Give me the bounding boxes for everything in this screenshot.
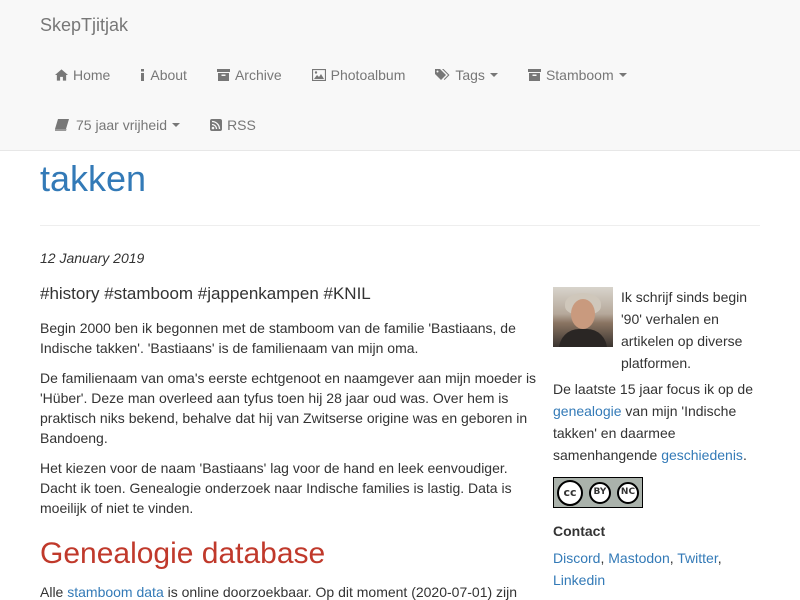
nav-rss-label: RSS bbox=[227, 116, 256, 133]
twitter-link[interactable]: Twitter bbox=[677, 550, 717, 566]
nav-archive-label: Archive bbox=[234, 66, 282, 83]
post-tags: #history #stamboom #jappenkampen #KNIL bbox=[40, 284, 371, 304]
nav-archive[interactable]: Archive bbox=[216, 65, 282, 85]
rss-icon bbox=[210, 118, 223, 131]
nav-row-1: Home About Archive Photoalbum Tags Stamb… bbox=[40, 50, 760, 100]
genealogie-link[interactable]: genealogie bbox=[553, 403, 622, 419]
nav-tags-dropdown[interactable]: Tags bbox=[435, 65, 498, 85]
paragraph-3: Het kiezen voor de naam 'Bastiaans' lag … bbox=[40, 460, 512, 517]
post-date: 12 January 2019 bbox=[40, 250, 145, 266]
tags-icon bbox=[435, 68, 450, 80]
nav-stamboom-label: Stamboom bbox=[545, 66, 614, 83]
discord-link[interactable]: Discord bbox=[553, 550, 600, 566]
paragraph-1: Begin 2000 ben ik begonnen met de stambo… bbox=[40, 320, 516, 357]
cc-license-badge[interactable]: cc BY NC bbox=[553, 477, 643, 508]
focus-pre: De laatste 15 jaar focus ik op de bbox=[553, 381, 754, 397]
focus-text: De laatste 15 jaar focus ik op de geneal… bbox=[553, 378, 760, 466]
nav-rss[interactable]: RSS bbox=[210, 115, 256, 135]
chevron-down-icon bbox=[172, 122, 181, 127]
nav-photoalbum-label: Photoalbum bbox=[330, 66, 406, 83]
top-navbar: SkepTjitjak Home About Archive Photoalbu… bbox=[0, 0, 800, 151]
paragraph-4-pre: Alle bbox=[40, 584, 68, 600]
brand-link[interactable]: SkepTjitjak bbox=[40, 0, 760, 50]
geschiedenis-link[interactable]: geschiedenis bbox=[661, 447, 743, 463]
paragraph-2: De familienaam van oma's eerste echtgeno… bbox=[40, 370, 537, 447]
nav-stamboom-dropdown[interactable]: Stamboom bbox=[527, 65, 627, 85]
bio-text: Ik schrijf sinds begin '90' verhalen en … bbox=[621, 289, 748, 371]
contact-heading: Contact bbox=[553, 523, 606, 539]
nav-tags-label: Tags bbox=[455, 66, 485, 83]
nav-vrijheid-label: 75 jaar vrijheid bbox=[76, 116, 168, 133]
article: 12 January 2019 #history #stamboom #japp… bbox=[40, 248, 537, 600]
chevron-down-icon bbox=[618, 72, 627, 77]
picture-icon bbox=[311, 68, 326, 81]
home-icon bbox=[55, 69, 68, 81]
nav-row-2: 75 jaar vrijheid RSS bbox=[40, 100, 760, 150]
paragraph-4: Alle stamboom data is online doorzoekbaa… bbox=[40, 582, 537, 600]
sidebar: Ik schrijf sinds begin '90' verhalen en … bbox=[553, 286, 760, 591]
content-container: takken 12 January 2019 #history #stamboo… bbox=[0, 151, 800, 600]
nav-vrijheid-dropdown[interactable]: 75 jaar vrijheid bbox=[55, 115, 181, 135]
archive-icon bbox=[216, 68, 230, 81]
cc-nc-icon: NC bbox=[617, 481, 639, 504]
nav-photoalbum[interactable]: Photoalbum bbox=[311, 65, 406, 85]
avatar bbox=[553, 287, 613, 347]
page-header: takken bbox=[40, 151, 760, 226]
nav-about[interactable]: About bbox=[140, 65, 187, 85]
archive-icon bbox=[527, 68, 541, 81]
info-icon bbox=[141, 68, 145, 81]
section-heading: Genealogie database bbox=[40, 537, 326, 571]
contact-links: Discord, Mastodon, Twitter, Linkedin bbox=[553, 550, 722, 589]
nav-home[interactable]: Home bbox=[55, 65, 110, 85]
linkedin-link[interactable]: Linkedin bbox=[553, 572, 605, 588]
mastodon-link[interactable]: Mastodon bbox=[608, 550, 669, 566]
nav-home-label: Home bbox=[73, 66, 111, 83]
author-bio: Ik schrijf sinds begin '90' verhalen en … bbox=[553, 286, 760, 374]
cc-by-icon: BY bbox=[589, 481, 611, 504]
stamboom-data-link[interactable]: stamboom data bbox=[67, 584, 164, 600]
nav-about-label: About bbox=[150, 66, 187, 83]
paragraph-4-post: is online doorzoekbaar. Op dit moment (2… bbox=[163, 584, 518, 600]
chevron-down-icon bbox=[489, 72, 498, 77]
book-icon bbox=[55, 118, 69, 131]
cc-icon: cc bbox=[557, 479, 583, 506]
page-title: takken bbox=[40, 158, 147, 199]
focus-post: . bbox=[742, 447, 747, 463]
